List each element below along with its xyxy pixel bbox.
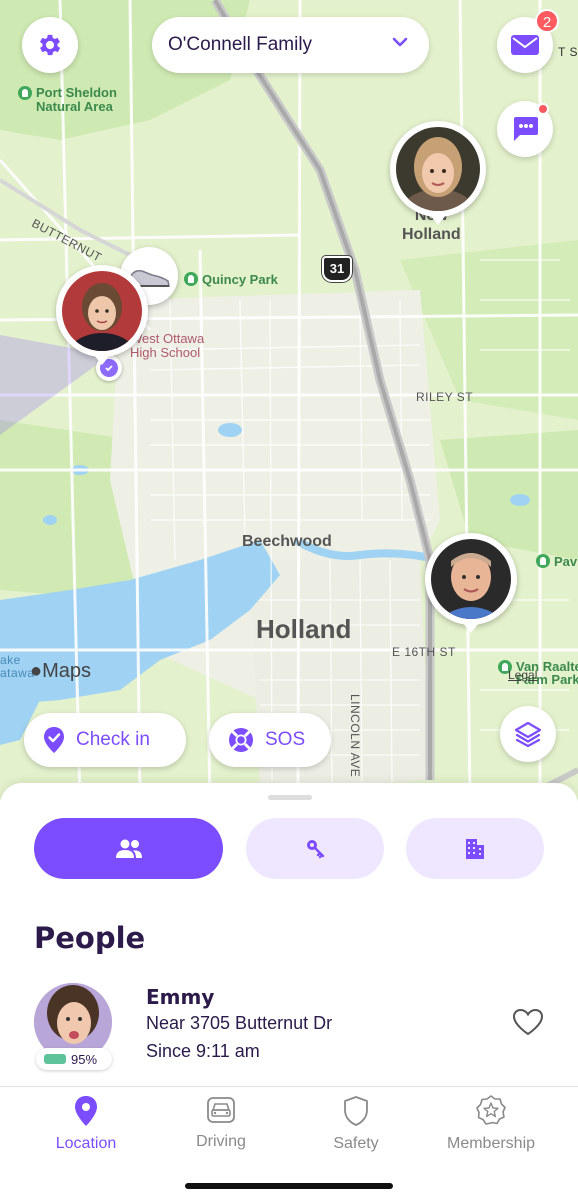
map-label-quincy-park: Quincy Park bbox=[184, 272, 278, 287]
heart-icon[interactable] bbox=[512, 1008, 544, 1036]
envelope-icon bbox=[511, 35, 539, 55]
park-icon bbox=[536, 554, 550, 568]
check-in-pin-icon bbox=[44, 727, 64, 753]
tab-safety[interactable]: Safety bbox=[296, 1095, 416, 1153]
map-label-lincoln-ave: LINCOLN AVE bbox=[348, 694, 362, 778]
map-label-holland: Holland bbox=[256, 614, 352, 644]
map-label-riley-st: RILEY ST bbox=[416, 390, 474, 404]
location-pin-icon bbox=[75, 1096, 97, 1126]
tab-driving[interactable]: Driving bbox=[161, 1095, 281, 1151]
bottom-sheet: People 95% Emmy Near 3705 Butternut Dr S… bbox=[0, 783, 578, 1086]
apple-maps-logo: ●Maps bbox=[30, 660, 91, 682]
avatar-pin-teen[interactable] bbox=[56, 265, 148, 365]
chat-button[interactable] bbox=[497, 101, 553, 157]
sos-button[interactable]: SOS bbox=[209, 713, 331, 767]
tab-bar: Location Driving Safety Membership bbox=[0, 1086, 578, 1200]
map-label-pav: Pav bbox=[536, 554, 577, 569]
map-label-e16th: E 16TH ST bbox=[392, 645, 456, 659]
gear-icon bbox=[39, 34, 61, 56]
tab-people[interactable] bbox=[34, 818, 223, 879]
inbox-badge: 2 bbox=[535, 9, 559, 33]
building-icon bbox=[466, 838, 484, 859]
tile-tracker-icon bbox=[307, 839, 325, 858]
route-31-shield: 31 bbox=[322, 256, 352, 282]
shield-icon bbox=[344, 1096, 368, 1126]
chat-bubble-icon bbox=[514, 117, 538, 141]
map-view[interactable]: Port Sheldon Natural Area BUTTERNUT Quin… bbox=[0, 0, 578, 800]
map-label-port-sheldon: Port Sheldon Natural Area bbox=[18, 86, 117, 114]
park-icon bbox=[18, 86, 32, 100]
section-title-people: People bbox=[34, 921, 146, 955]
map-label-beechwood: Beechwood bbox=[242, 533, 332, 550]
map-legal-link[interactable]: Legal bbox=[508, 668, 537, 682]
member-location: Near 3705 Butternut Dr bbox=[146, 1013, 333, 1033]
sheet-grabber[interactable] bbox=[268, 795, 312, 800]
lifebuoy-icon bbox=[229, 728, 253, 752]
home-indicator[interactable] bbox=[185, 1183, 393, 1189]
member-name: Emmy bbox=[146, 985, 215, 1009]
tab-membership[interactable]: Membership bbox=[431, 1095, 551, 1153]
circle-name: O'Connell Family bbox=[168, 34, 313, 55]
park-icon bbox=[184, 272, 198, 286]
tab-places[interactable] bbox=[406, 818, 544, 879]
avatar bbox=[396, 127, 480, 211]
battery-icon bbox=[44, 1054, 66, 1064]
map-label-west-ottawa: West Ottawa High School bbox=[130, 331, 205, 360]
settings-button[interactable] bbox=[22, 17, 78, 73]
chat-unread-dot bbox=[537, 103, 549, 115]
layers-icon bbox=[514, 721, 542, 748]
map-label-edge-street: T SH bbox=[558, 45, 578, 59]
apple-logo-icon: ● bbox=[30, 660, 43, 682]
tab-items[interactable] bbox=[246, 818, 384, 879]
member-since: Since 9:11 am bbox=[146, 1041, 260, 1061]
map-layers-button[interactable] bbox=[500, 706, 556, 762]
avatar-pin-dad[interactable] bbox=[425, 533, 517, 633]
people-icon bbox=[115, 839, 142, 858]
avatar-pin-mom[interactable] bbox=[390, 121, 486, 225]
tab-location[interactable]: Location bbox=[26, 1095, 146, 1153]
chevron-down-icon bbox=[392, 37, 408, 47]
battery-indicator: 95% bbox=[36, 1048, 112, 1070]
check-in-button[interactable]: Check in bbox=[24, 713, 186, 767]
circle-switcher[interactable]: O'Connell Family bbox=[152, 17, 429, 73]
avatar bbox=[431, 539, 511, 619]
list-item-member[interactable]: 95% Emmy Near 3705 Butternut Dr Since 9:… bbox=[0, 978, 578, 1083]
avatar bbox=[62, 271, 142, 351]
inbox-button[interactable]: 2 bbox=[497, 9, 559, 73]
star-badge-icon bbox=[476, 1095, 506, 1125]
car-icon bbox=[207, 1097, 235, 1123]
